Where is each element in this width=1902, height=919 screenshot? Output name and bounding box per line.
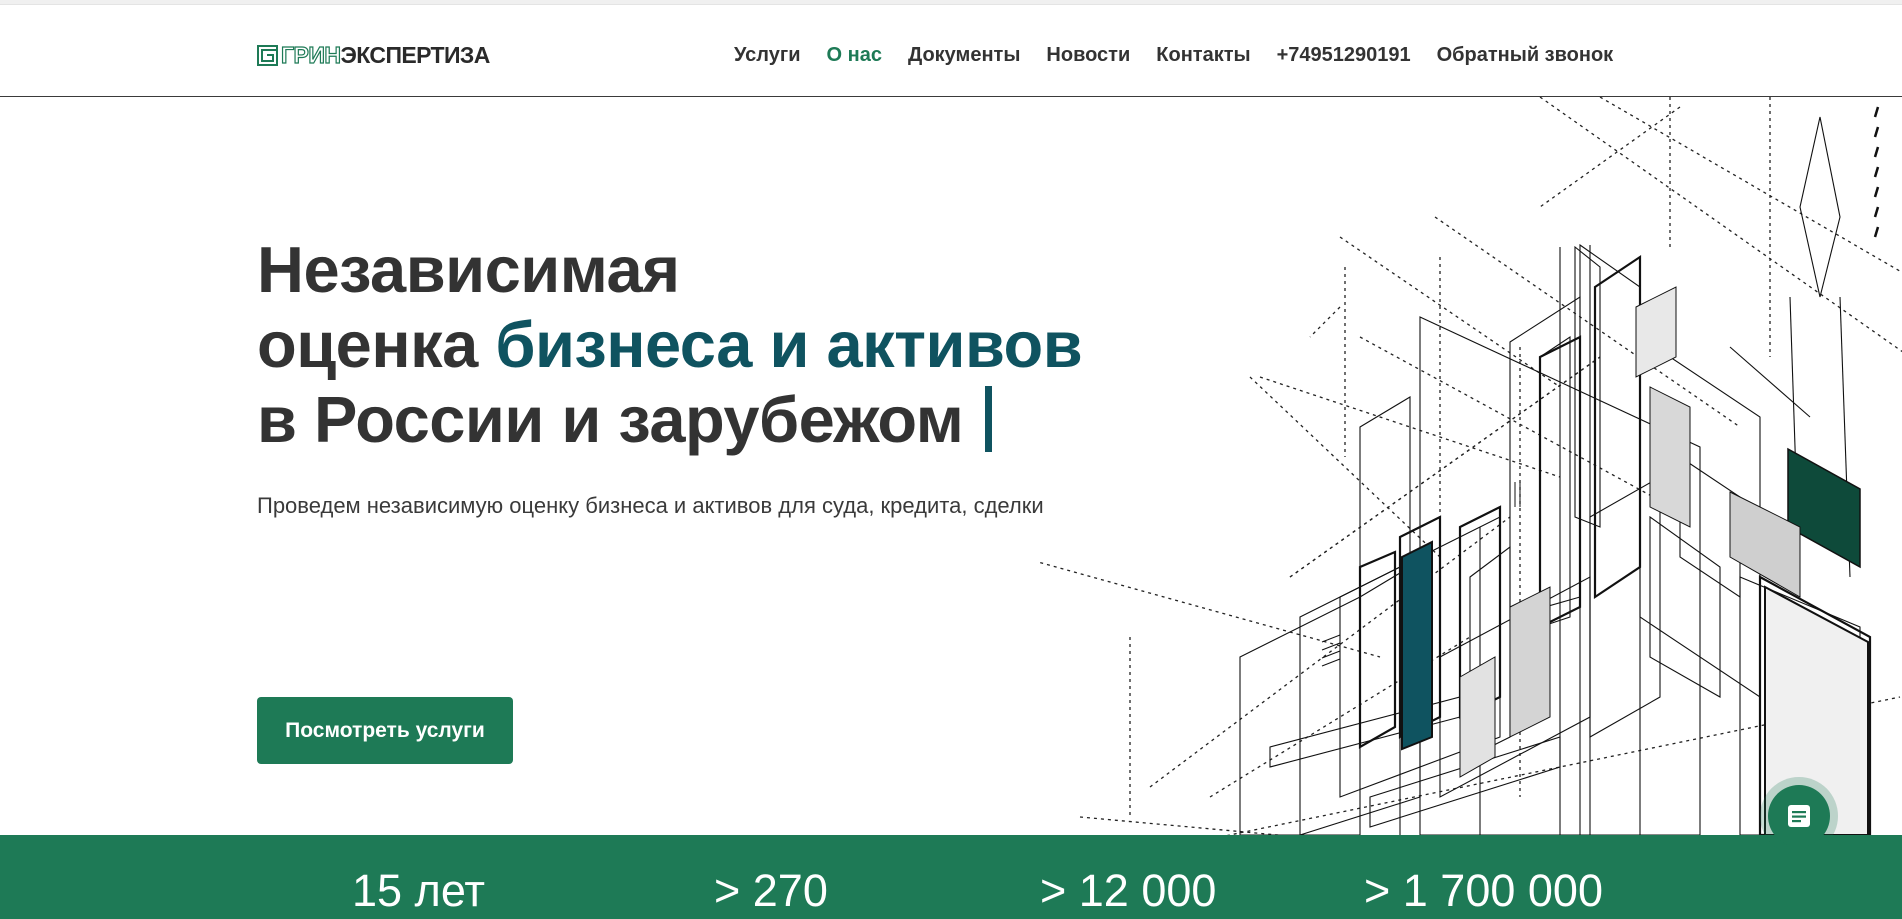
chat-widget-button[interactable] — [1760, 777, 1838, 855]
headline-line-2-plain: оценка — [257, 308, 496, 381]
chat-widget-inner — [1768, 785, 1830, 847]
nav-item-callback[interactable]: Обратный звонок — [1437, 41, 1614, 69]
stat-years: 15 лет — [352, 865, 485, 916]
nav-item-documents[interactable]: Документы — [908, 41, 1020, 69]
nav-item-about[interactable]: О нас — [827, 41, 882, 69]
headline-line-2-accent: бизнеса и активов — [495, 308, 1083, 381]
building-illustration — [1040, 97, 1902, 835]
stat-total: > 1 700 000 — [1364, 865, 1603, 916]
nav-item-phone[interactable]: +74951290191 — [1277, 41, 1411, 69]
hero-headline: Независимая оценка бизнеса и активов в Р… — [257, 232, 1157, 457]
stat-clients: > 270 — [714, 865, 828, 916]
nav-item-contacts[interactable]: Контакты — [1156, 41, 1250, 69]
stats-bar: 15 лет > 270 > 12 000 > 1 700 000 — [0, 835, 1902, 919]
main-nav: Услуги О нас Документы Новости Контакты … — [734, 41, 1613, 69]
nav-item-services[interactable]: Услуги — [734, 41, 801, 69]
site-logo[interactable]: ГРИН ЭКСПЕРТИЗА — [257, 41, 490, 69]
headline-line-3: в России и зарубежом — [257, 383, 964, 456]
logo-text-dark: ЭКСПЕРТИЗА — [340, 42, 491, 68]
typing-cursor — [985, 386, 993, 452]
nav-item-news[interactable]: Новости — [1046, 41, 1130, 69]
logo-mark-icon — [257, 44, 278, 66]
hero-subtitle: Проведем независимую оценку бизнеса и ак… — [257, 493, 1044, 518]
view-services-button[interactable]: Посмотреть услуги — [257, 697, 513, 764]
headline-line-1: Независимая — [257, 233, 680, 306]
site-header: ГРИН ЭКСПЕРТИЗА Услуги О нас Документы Н… — [0, 5, 1902, 97]
logo-text-green: ГРИН — [280, 41, 341, 68]
stat-projects: > 12 000 — [1040, 865, 1217, 916]
chat-document-icon — [1788, 805, 1810, 827]
